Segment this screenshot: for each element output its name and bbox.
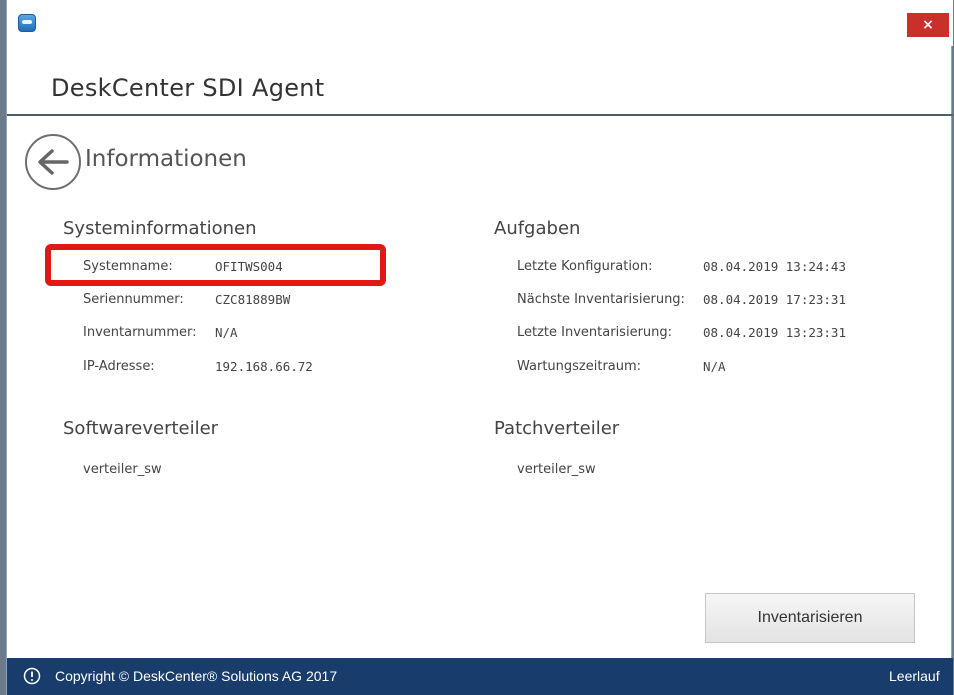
status-text: Leerlauf [889,668,940,684]
close-button[interactable]: × [907,13,949,37]
info-icon [23,667,41,685]
serial-number-label: Seriennummer: [83,292,184,307]
app-header: DeskCenter SDI Agent [7,46,953,116]
ip-address-label: IP-Adresse: [83,359,155,374]
software-distributor-item: verteiler_sw [83,462,162,477]
last-config-value: 08.04.2019 13:24:43 [703,259,846,274]
patch-distributor-item: verteiler_sw [517,462,596,477]
maintenance-window-label: Wartungszeitraum: [517,359,642,374]
app-logo-icon [18,14,36,32]
patch-distributor-heading: Patchverteiler [494,418,620,439]
status-bar: Copyright © DeskCenter® Solutions AG 201… [7,658,953,695]
system-info-heading: Systeminformationen [63,218,257,239]
inventory-number-value: N/A [215,325,238,340]
page-title: Informationen [85,146,247,172]
next-inventory-label: Nächste Inventarisierung: [517,292,685,307]
inventory-number-label: Inventarnummer: [83,325,197,340]
app-title: DeskCenter SDI Agent [51,74,325,102]
arrow-left-icon [38,149,69,175]
last-inventory-label: Letzte Inventarisierung: [517,325,673,340]
title-bar: × [7,0,953,46]
copyright-text: Copyright © DeskCenter® Solutions AG 201… [55,668,338,684]
inventory-button[interactable]: Inventarisieren [705,593,915,643]
tasks-heading: Aufgaben [494,218,581,239]
last-inventory-value: 08.04.2019 13:23:31 [703,325,846,340]
next-inventory-value: 08.04.2019 17:23:31 [703,292,846,307]
app-window: × DeskCenter SDI Agent Informationen Sys… [6,0,953,695]
highlight-annotation [45,244,386,286]
software-distributor-heading: Softwareverteiler [63,418,219,439]
ip-address-value: 192.168.66.72 [215,359,313,374]
last-config-label: Letzte Konfiguration: [517,259,653,274]
maintenance-window-value: N/A [703,359,726,374]
back-button[interactable] [25,134,81,190]
serial-number-value: CZC81889BW [215,292,291,307]
